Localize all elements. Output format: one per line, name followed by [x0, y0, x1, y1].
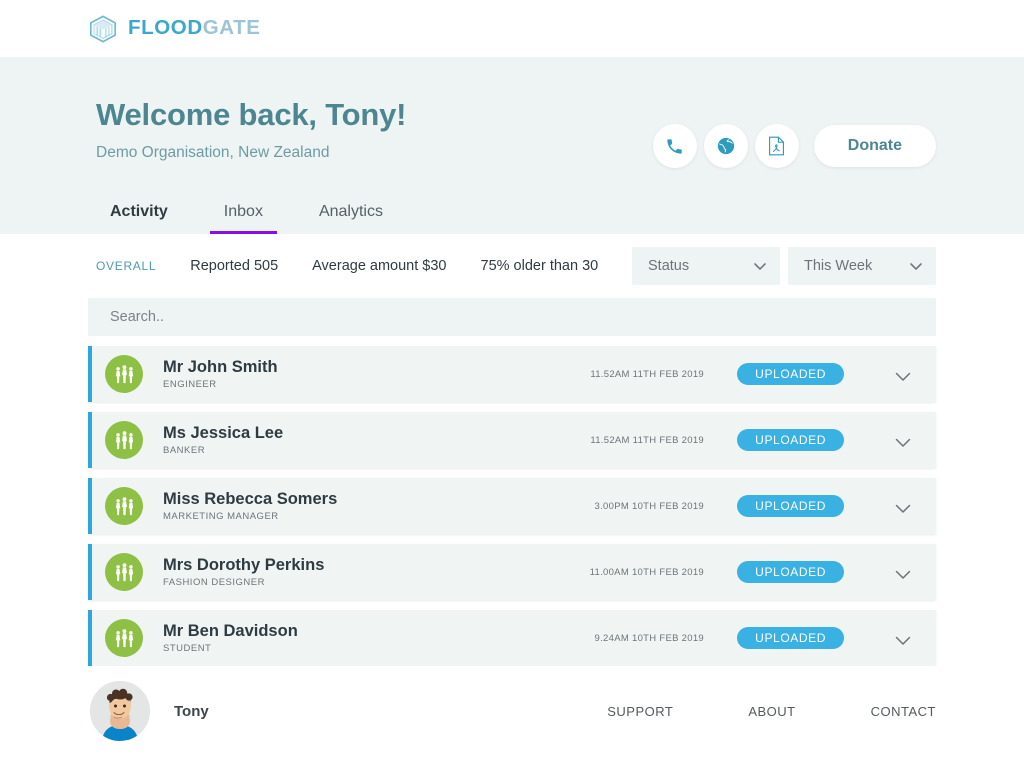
floodgate-logo[interactable]: FLOODGATE: [88, 14, 261, 44]
list-item-identity: Miss Rebecca Somers MARKETING MANAGER: [163, 490, 337, 522]
list-item-timestamp: 11.00AM 10TH FEB 2019: [589, 566, 704, 578]
list-item-role: ENGINEER: [163, 379, 217, 391]
stats-summary-row: OVERALL Reported 505 Average amount $30 …: [88, 234, 936, 298]
stats-group: OVERALL Reported 505 Average amount $30 …: [88, 258, 598, 274]
filter-controls: Status This Week: [632, 247, 936, 285]
chevron-down-icon: [910, 262, 922, 270]
list-item[interactable]: Miss Rebecca Somers MARKETING MANAGER 3.…: [88, 478, 936, 534]
brand-name: FLOODGATE: [128, 18, 261, 39]
list-item-role: BANKER: [163, 445, 206, 457]
people-group-icon: [105, 487, 143, 525]
list-item-role: FASHION DESIGNER: [163, 577, 265, 589]
chevron-down-icon: [754, 262, 766, 270]
stat-older-than: 75% older than 30: [480, 258, 599, 274]
stat-average-amount: Average amount $30: [312, 258, 447, 274]
inbox-list: Mr John Smith ENGINEER 11.52AM 11TH FEB …: [88, 346, 936, 666]
footer-user-name: Tony: [174, 702, 209, 720]
status-badge: UPLOADED: [737, 495, 844, 517]
hero-action-buttons: Donate: [652, 124, 936, 168]
date-range-filter-value: This Week: [804, 258, 873, 274]
stats-overall-label: OVERALL: [96, 259, 157, 273]
people-group-icon: [105, 619, 143, 657]
list-item-identity: Mr Ben Davidson STUDENT: [163, 622, 298, 654]
brand-name-part1: FLOOD: [128, 16, 203, 40]
chevron-down-icon[interactable]: [895, 369, 911, 381]
search-bar[interactable]: [88, 298, 936, 336]
status-badge: UPLOADED: [737, 363, 844, 385]
tab-analytics[interactable]: Analytics: [291, 204, 411, 234]
globe-icon: [716, 136, 736, 156]
stat-reported: Reported 505: [190, 258, 279, 274]
list-item-timestamp: 9.24AM 10TH FEB 2019: [594, 632, 704, 644]
tab-inbox[interactable]: Inbox: [196, 204, 291, 234]
footer-link-support[interactable]: SUPPORT: [532, 704, 673, 719]
people-group-icon: [105, 355, 143, 393]
list-item-timestamp: 3.00PM 10TH FEB 2019: [594, 500, 704, 512]
status-badge: UPLOADED: [737, 627, 844, 649]
people-group-icon: [105, 421, 143, 459]
list-item-identity: Mr John Smith ENGINEER: [163, 358, 278, 390]
list-item-identity: Mrs Dorothy Perkins FASHION DESIGNER: [163, 556, 324, 588]
status-filter-value: Status: [648, 258, 690, 274]
list-item[interactable]: Ms Jessica Lee BANKER 11.52AM 11TH FEB 2…: [88, 412, 936, 468]
people-group-icon: [105, 553, 143, 591]
list-item[interactable]: Mr Ben Davidson STUDENT 9.24AM 10TH FEB …: [88, 610, 936, 666]
footer-link-about[interactable]: ABOUT: [673, 704, 795, 719]
organisation-subtitle: Demo Organisation, New Zealand: [96, 144, 330, 161]
footer-links: SUPPORT ABOUT CONTACT: [532, 704, 936, 719]
tab-bar: Activity Inbox Analytics: [96, 204, 411, 234]
list-item-role: STUDENT: [163, 643, 212, 655]
list-item-identity: Ms Jessica Lee BANKER: [163, 424, 283, 456]
list-item-name: Ms Jessica Lee: [163, 423, 284, 442]
avatar[interactable]: [90, 681, 150, 741]
list-item-timestamp: 11.52AM 11TH FEB 2019: [590, 368, 704, 380]
tab-activity[interactable]: Activity: [96, 204, 196, 234]
chevron-down-icon[interactable]: [895, 633, 911, 645]
list-item-timestamp: 11.52AM 11TH FEB 2019: [590, 434, 704, 446]
pdf-file-icon: [767, 136, 786, 156]
phone-button[interactable]: [652, 124, 697, 168]
search-input[interactable]: [110, 309, 936, 325]
list-item-name: Miss Rebecca Somers: [163, 489, 338, 508]
globe-button[interactable]: [703, 124, 748, 168]
status-badge: UPLOADED: [737, 429, 844, 451]
footer-link-contact[interactable]: CONTACT: [796, 704, 936, 719]
donate-button[interactable]: Donate: [813, 125, 936, 167]
page-title: Welcome back, Tony!: [96, 97, 407, 132]
list-item-role: MARKETING MANAGER: [163, 511, 279, 523]
hexagon-logo-icon: [88, 14, 118, 44]
list-item-name: Mrs Dorothy Perkins: [163, 555, 325, 574]
phone-icon: [665, 137, 684, 156]
hero-banner: Welcome back, Tony! Demo Organisation, N…: [0, 57, 1024, 234]
list-item[interactable]: Mr John Smith ENGINEER 11.52AM 11TH FEB …: [88, 346, 936, 402]
main-content: OVERALL Reported 505 Average amount $30 …: [0, 234, 1024, 666]
footer: Tony SUPPORT ABOUT CONTACT: [0, 666, 1024, 756]
chevron-down-icon[interactable]: [895, 435, 911, 447]
brand-name-part2: GATE: [202, 16, 261, 40]
list-item-name: Mr Ben Davidson: [163, 621, 298, 640]
chevron-down-icon[interactable]: [895, 567, 911, 579]
status-badge: UPLOADED: [737, 561, 844, 583]
date-range-filter-dropdown[interactable]: This Week: [788, 247, 936, 285]
list-item-name: Mr John Smith: [163, 357, 278, 376]
status-filter-dropdown[interactable]: Status: [632, 247, 780, 285]
footer-user-block[interactable]: Tony: [88, 681, 209, 741]
chevron-down-icon[interactable]: [895, 501, 911, 513]
pdf-button[interactable]: [754, 124, 799, 168]
top-navigation-bar: FLOODGATE: [0, 0, 1024, 57]
list-item[interactable]: Mrs Dorothy Perkins FASHION DESIGNER 11.…: [88, 544, 936, 600]
